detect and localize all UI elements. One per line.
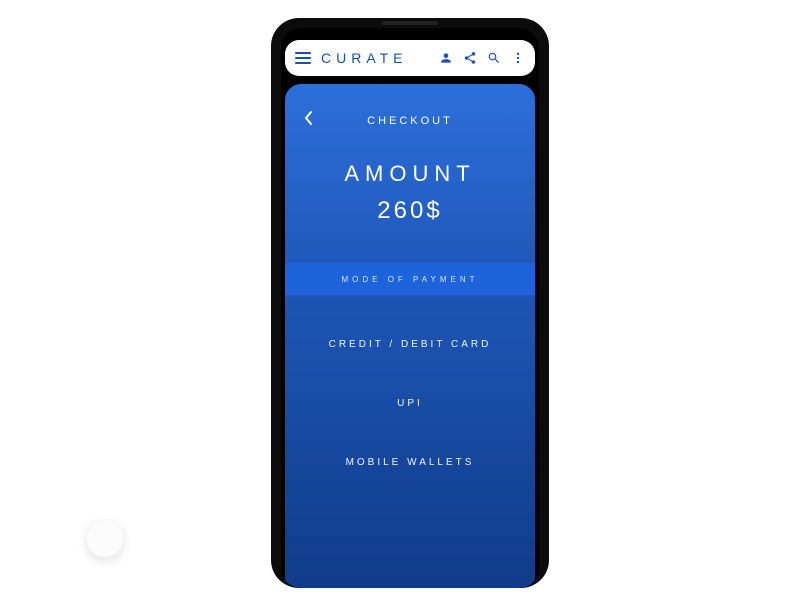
search-icon[interactable] <box>487 51 501 65</box>
more-icon[interactable] <box>511 51 525 65</box>
phone-speaker <box>382 21 438 25</box>
amount-block: AMOUNT 260$ <box>285 161 535 225</box>
option-wallets[interactable]: MOBILE WALLETS <box>285 457 535 468</box>
checkout-screen: CHECKOUT AMOUNT 260$ MODE OF PAYMENT CRE… <box>285 84 535 588</box>
top-app-bar: CURATE <box>285 40 535 76</box>
phone-screen-area: CURATE CHECKOUT <box>281 28 539 588</box>
option-upi[interactable]: UPI <box>285 398 535 409</box>
app-title: CURATE <box>321 50 439 66</box>
floating-circle <box>86 520 124 558</box>
mode-label: MODE OF PAYMENT <box>341 275 478 284</box>
mode-of-payment-header: MODE OF PAYMENT <box>285 263 535 295</box>
option-card[interactable]: CREDIT / DEBIT CARD <box>285 339 535 350</box>
menu-icon[interactable] <box>295 52 311 64</box>
person-icon[interactable] <box>439 51 453 65</box>
amount-value: 260$ <box>285 197 535 225</box>
payment-options: CREDIT / DEBIT CARD UPI MOBILE WALLETS <box>285 295 535 588</box>
screen-header: CHECKOUT <box>285 84 535 131</box>
page-title: CHECKOUT <box>303 115 517 127</box>
phone-frame: CURATE CHECKOUT <box>271 18 549 588</box>
share-icon[interactable] <box>463 51 477 65</box>
amount-label: AMOUNT <box>285 161 535 187</box>
topbar-actions <box>439 51 525 65</box>
